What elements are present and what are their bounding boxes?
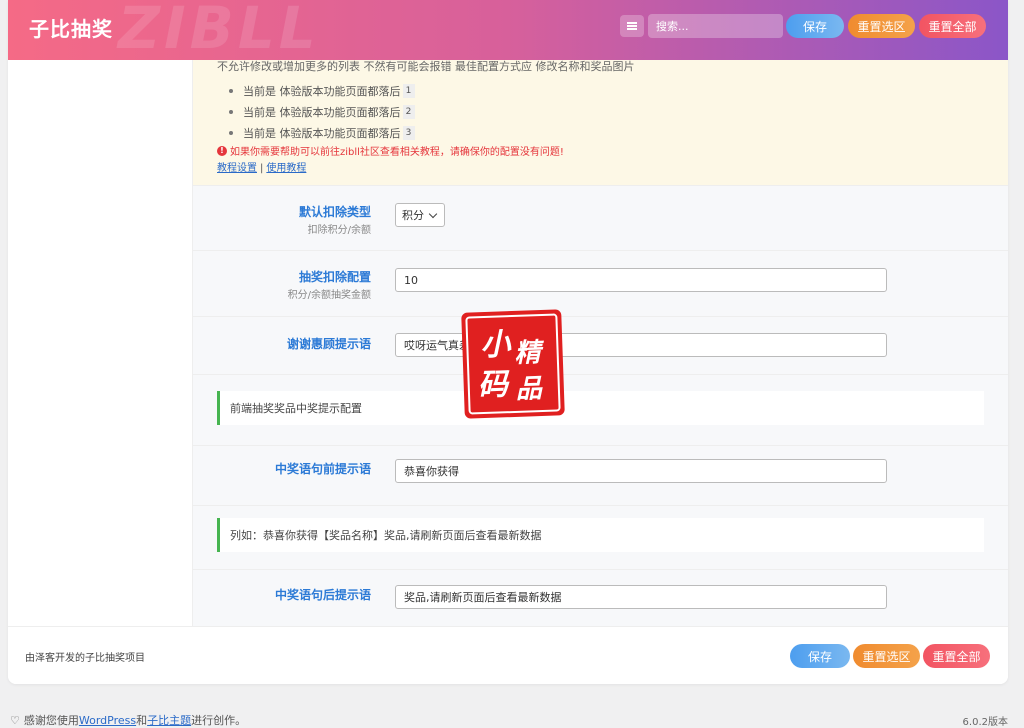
heart-icon: ♡ — [10, 713, 20, 727]
main-content: 不允许修改或增加更多的列表 不然有可能会报错 最佳配置方式应 修改名称和奖品图片… — [193, 60, 1008, 626]
warning-text: ! 如果你需要帮助可以前往zibll社区查看相关教程，请确保你的配置没有问题! — [217, 143, 564, 158]
search-input[interactable] — [648, 14, 783, 38]
example-note: 列如：恭喜你获得【奖品名称】奖品,请刷新页面后查看最新数据 — [217, 518, 984, 552]
win-prefix-label: 中奖语句前提示语 — [274, 462, 371, 476]
wordpress-link[interactable]: WordPress — [79, 714, 136, 727]
footer-bar: 由泽客开发的子比抽奖项目 保存 重置选区 重置全部 — [8, 626, 1008, 684]
reset-section-button[interactable]: 重置选区 — [848, 14, 915, 38]
list-item: 当前是 体验版本功能页面都落后 1 — [229, 80, 415, 101]
footer-reset-section-button[interactable]: 重置选区 — [853, 644, 920, 668]
warning-icon: ! — [217, 145, 227, 156]
win-suffix-label: 中奖语句后提示语 — [274, 588, 371, 602]
win-suffix-row: 中奖语句后提示语 奖品,请刷新页面后查看最新数据 — [193, 570, 1008, 626]
footer-save-button[interactable]: 保存 — [790, 644, 850, 668]
footer-reset-all-button[interactable]: 重置全部 — [923, 644, 990, 668]
chevron-down-icon — [428, 209, 438, 218]
deduct-type-sub: 扣除积分/余额 — [307, 225, 371, 236]
thanks-tip-label: 谢谢惠顾提示语 — [286, 337, 371, 351]
bottom-credit: ♡ 感谢您使用 WordPress 和子比主题 进行创作。 — [10, 712, 247, 728]
seal-stamp: 小 精 码 品 — [461, 309, 565, 419]
win-suffix-input[interactable]: 奖品,请刷新页面后查看最新数据 — [395, 585, 887, 609]
deduct-config-sub: 积分/余额抽奖金额 — [287, 290, 371, 301]
tutorial-settings-link[interactable]: 教程设置 — [217, 163, 257, 174]
usage-tutorial-link[interactable]: 使用教程 — [266, 163, 306, 174]
header-watermark: ZIBLL — [118, 0, 320, 62]
save-button[interactable]: 保存 — [786, 14, 844, 38]
win-prefix-input[interactable]: 恭喜你获得 — [395, 459, 887, 483]
thanks-tip-row: 谢谢惠顾提示语 哎呀运气真差 — [193, 317, 1008, 375]
footer-credit: 由泽客开发的子比抽奖项目 — [25, 653, 145, 664]
notice-list: 当前是 体验版本功能页面都落后 1 当前是 体验版本功能页面都落后 2 当前是 体验… — [229, 80, 415, 143]
menu-toggle-button[interactable] — [620, 15, 644, 37]
list-item: 当前是 体验版本功能页面都落后 3 — [229, 122, 415, 143]
notice-box: 不允许修改或增加更多的列表 不然有可能会报错 最佳配置方式应 修改名称和奖品图片… — [193, 60, 1008, 186]
reset-all-button[interactable]: 重置全部 — [919, 14, 986, 38]
win-prefix-row: 中奖语句前提示语 恭喜你获得 — [193, 446, 1008, 506]
deduct-config-row: 抽奖扣除配置 积分/余额抽奖金额 10 — [193, 251, 1008, 317]
example-row: 列如：恭喜你获得【奖品名称】奖品,请刷新页面后查看最新数据 — [193, 506, 1008, 570]
frontend-section-row: 前端抽奖奖品中奖提示配置 — [193, 375, 1008, 446]
frontend-win-section-title: 前端抽奖奖品中奖提示配置 — [217, 391, 984, 425]
app-logo: 子比抽奖 — [29, 17, 113, 41]
deduct-type-row: 默认扣除类型 扣除积分/余额 积分 — [193, 186, 1008, 251]
deduct-type-select[interactable]: 积分 — [395, 203, 445, 227]
deduct-type-label: 默认扣除类型 — [298, 205, 371, 219]
version-label: 6.0.2版本 — [962, 717, 1008, 728]
sidebar — [8, 60, 193, 626]
tutorial-links: 教程设置 | 使用教程 — [217, 163, 307, 174]
theme-link[interactable]: 子比主题 — [147, 712, 191, 728]
list-item: 当前是 体验版本功能页面都落后 2 — [229, 101, 415, 122]
deduct-config-label: 抽奖扣除配置 — [298, 270, 371, 284]
deduct-config-input[interactable]: 10 — [395, 268, 887, 292]
header-bar: 子比抽奖 ZIBLL 保存 重置选区 重置全部 — [8, 0, 1008, 62]
list-icon — [627, 22, 637, 30]
